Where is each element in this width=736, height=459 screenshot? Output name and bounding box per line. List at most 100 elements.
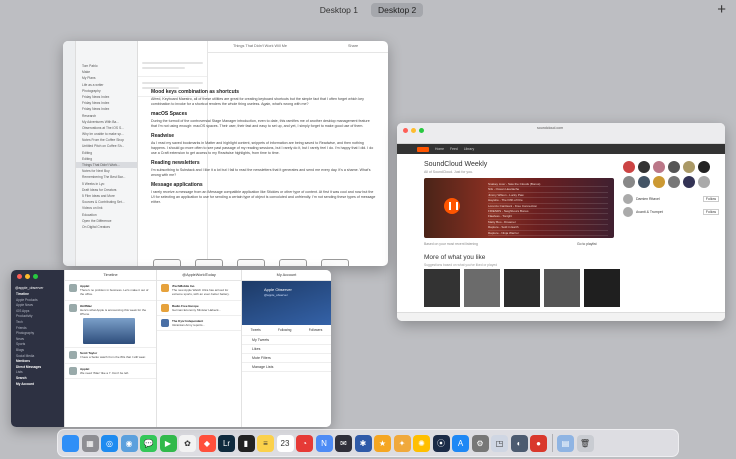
follow-button[interactable]: Follow (702, 208, 719, 215)
timing-icon[interactable]: ◔ (296, 434, 313, 452)
tweet[interactable]: 9to5Mac Here's what Apple is announcing t… (65, 301, 156, 349)
desktop-1-tab[interactable]: Desktop 1 (313, 3, 365, 17)
voice-memos-icon[interactable]: ▮ (237, 434, 255, 452)
menu-my-tweets[interactable]: My Tweets (242, 336, 331, 345)
tweet[interactable]: The Kyiv Independent Ukrainian Army repor… (157, 316, 241, 332)
avatar[interactable] (69, 284, 77, 292)
avatar[interactable] (69, 366, 77, 375)
finder-icon[interactable] (62, 434, 79, 452)
avatar[interactable] (161, 303, 169, 312)
play-icon[interactable] (444, 198, 460, 214)
album-cover[interactable] (464, 269, 500, 307)
share-button[interactable]: Share (348, 44, 358, 48)
avatar[interactable] (161, 284, 169, 292)
profile-header: Apple Observer @apple_observer (242, 281, 331, 325)
launchpad-icon[interactable]: ▦ (81, 434, 99, 452)
album-cover[interactable] (504, 269, 540, 307)
tweet-text: German Economy Minister Habeck... (172, 307, 222, 312)
close-icon[interactable] (403, 128, 408, 133)
playlist-subtitle: All of SoundCloud. Just for you. (424, 170, 474, 174)
notes-icon[interactable]: ≡ (257, 434, 274, 452)
messages-icon[interactable]: 💬 (140, 434, 157, 452)
close-icon[interactable] (17, 274, 22, 279)
paragraph: I rarely receive a message from an iMess… (151, 190, 376, 204)
avatar[interactable] (69, 351, 77, 360)
paragraph: During the turmoil of the controversial … (151, 119, 370, 128)
tweet-image[interactable] (83, 318, 135, 345)
document-title: Things That Didn't Work Will Me (233, 44, 287, 48)
track-row[interactable]: Rapture - Ninja Warrior (488, 231, 608, 236)
menu-manage-lists[interactable]: Manage Lists (242, 363, 331, 372)
reeder-icon[interactable]: ★ (374, 434, 391, 452)
tweet-text: We need 'iMac' like a 7. Don't be left. (80, 370, 130, 375)
avatar[interactable] (69, 303, 77, 312)
profile-stats: Tweets Following Followers (242, 325, 331, 336)
raycast-icon[interactable]: ● (530, 434, 547, 452)
tweet[interactable]: iTechMobile Inc. The new Apple Watch Ultr… (157, 281, 241, 301)
tweet[interactable]: Scott Taylor I have a Seiko watch from th… (65, 348, 156, 364)
minimize-icon[interactable] (25, 274, 30, 279)
nav-library[interactable]: Library (464, 147, 474, 151)
follow-button[interactable]: Follow (702, 195, 719, 202)
add-desktop-button[interactable]: + (717, 1, 726, 18)
craft-icon[interactable]: ◆ (198, 434, 216, 452)
tweet[interactable]: Radio Free Europe German Economy Minister… (157, 301, 241, 317)
tweet[interactable]: Applet There's no problem in business. Le… (65, 281, 156, 301)
avatar[interactable] (161, 319, 169, 328)
stat-followers[interactable]: Followers (309, 328, 323, 332)
tweetbot-sidebar: @apple_observer Timeline Apple Products Ap… (11, 270, 64, 427)
trash-icon[interactable]: 🗑 (576, 434, 594, 452)
list-column: @AppleWorldToday iTechMobile Inc. The new… (156, 270, 241, 427)
news-icon[interactable]: N (315, 434, 333, 452)
preview-icon[interactable]: ◳ (491, 434, 508, 452)
tes-icon[interactable]: ✦ (393, 434, 411, 452)
column-header: Timeline (65, 270, 156, 281)
app-store-icon[interactable]: A (452, 434, 469, 452)
account-menu: My Tweets Likes Mute Filters Manage List… (242, 336, 331, 372)
calendar-icon[interactable]: 23 (276, 434, 294, 452)
playlist-player: Snakey Liver - Saw the Clouds (Bonus) Nil… (424, 178, 614, 238)
stat-tweets[interactable]: Tweets (251, 328, 261, 332)
downloads-stack-icon[interactable]: ▤ (557, 434, 574, 452)
screens-icon[interactable]: ◐ (510, 434, 528, 452)
facetime-icon[interactable]: ▶ (159, 434, 177, 452)
system-prefs-icon[interactable]: ⚙ (471, 434, 489, 452)
nav-home[interactable]: Home (435, 147, 444, 151)
album-cover[interactable] (544, 269, 580, 307)
heading: Reading newsletters (151, 160, 200, 166)
tweetbot-icon[interactable]: ◉ (120, 434, 138, 452)
photos-icon[interactable]: ✿ (179, 434, 196, 452)
lightroom-icon[interactable]: Lr (218, 434, 235, 452)
nav-feed[interactable]: Feed (450, 147, 458, 151)
sidebar-item[interactable]: On Digital Creators (76, 224, 137, 230)
address-bar[interactable]: soundcloud.com (537, 126, 563, 130)
menu-likes[interactable]: Likes (242, 345, 331, 354)
soundcloud-logo-icon[interactable] (417, 146, 429, 152)
zoom-icon[interactable] (33, 274, 38, 279)
menu-mute-filters[interactable]: Mute Filters (242, 354, 331, 363)
mimestream-icon[interactable]: ✱ (354, 434, 372, 452)
go-to-playlist-link[interactable]: Go to playlist (577, 242, 597, 246)
bezel-icon[interactable]: ⦿ (432, 434, 450, 452)
sheet-preview[interactable] (138, 57, 207, 77)
butterfly-app-icon[interactable]: ✺ (413, 434, 430, 452)
zoom-icon[interactable] (419, 128, 424, 133)
stat-following[interactable]: Following (278, 328, 291, 332)
editor[interactable]: Mood keys combination as shortcuts Alfre… (151, 85, 376, 265)
player-bar[interactable] (397, 312, 725, 321)
safari-soundcloud-window[interactable]: soundcloud.com Home Feed Library SoundCl… (397, 123, 725, 321)
album-cover[interactable] (424, 269, 460, 307)
safari-icon[interactable]: ◎ (101, 434, 118, 452)
account-name[interactable]: @apple_observer (11, 284, 64, 292)
tweet[interactable]: Applet We need 'iMac' like a 7. Don't be … (65, 364, 156, 380)
ulysses-window[interactable]: Things That Didn't Work Will Me Share To… (63, 41, 388, 266)
tweetbot-window[interactable]: @apple_observer Timeline Apple Products Ap… (11, 270, 331, 427)
sidebar-item[interactable]: My Account (11, 382, 64, 388)
album-cover[interactable] (584, 269, 620, 307)
mail-icon[interactable]: ✉ (335, 434, 352, 452)
desktop-2-tab[interactable]: Desktop 2 (371, 3, 424, 17)
heading: Mood keys combination as shortcuts (151, 89, 240, 95)
more-section-sub: Suggestions based on what you've liked o… (424, 263, 498, 267)
library-sidebar: Tom Pablo Make My Plans Life as a writer Pho… (76, 41, 138, 266)
minimize-icon[interactable] (411, 128, 416, 133)
